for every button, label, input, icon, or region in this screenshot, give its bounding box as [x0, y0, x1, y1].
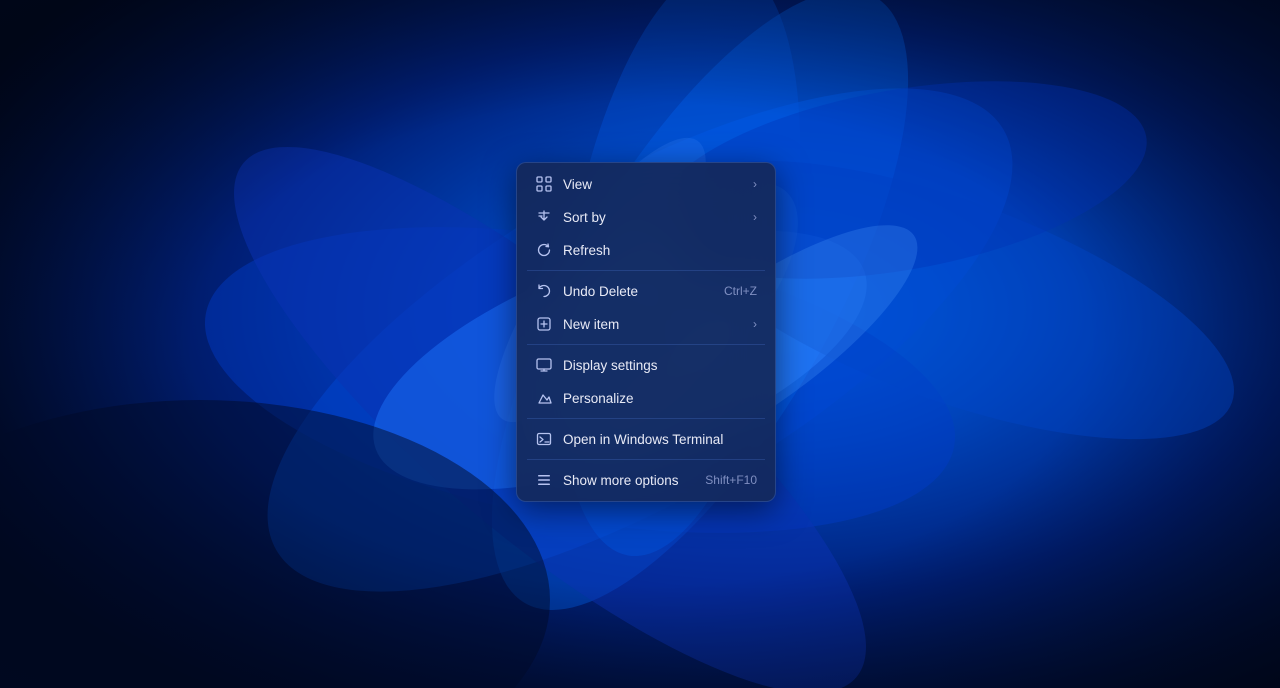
menu-divider-2	[527, 344, 765, 345]
new-icon	[535, 315, 553, 333]
undo-delete-shortcut: Ctrl+Z	[724, 284, 757, 298]
menu-item-personalize[interactable]: Personalize	[521, 382, 771, 414]
menu-item-undo-delete[interactable]: Undo Delete Ctrl+Z	[521, 275, 771, 307]
terminal-icon	[535, 430, 553, 448]
menu-item-show-more[interactable]: Show more options Shift+F10	[521, 464, 771, 496]
sort-icon	[535, 208, 553, 226]
context-menu: View › Sort by › Refresh	[516, 162, 776, 502]
menu-item-undo-delete-label: Undo Delete	[563, 284, 714, 299]
menu-divider-4	[527, 459, 765, 460]
menu-item-personalize-label: Personalize	[563, 391, 757, 406]
refresh-icon	[535, 241, 553, 259]
menu-item-open-terminal[interactable]: Open in Windows Terminal	[521, 423, 771, 455]
menu-item-display-settings[interactable]: Display settings	[521, 349, 771, 381]
menu-item-open-terminal-label: Open in Windows Terminal	[563, 432, 757, 447]
menu-item-sort-by[interactable]: Sort by ›	[521, 201, 771, 233]
undo-icon	[535, 282, 553, 300]
menu-item-refresh[interactable]: Refresh	[521, 234, 771, 266]
menu-item-show-more-label: Show more options	[563, 473, 695, 488]
menu-item-sort-by-label: Sort by	[563, 210, 743, 225]
menu-item-new-item[interactable]: New item ›	[521, 308, 771, 340]
display-icon	[535, 356, 553, 374]
menu-item-view-label: View	[563, 177, 743, 192]
menu-item-refresh-label: Refresh	[563, 243, 757, 258]
chevron-right-icon: ›	[753, 317, 757, 331]
more-icon	[535, 471, 553, 489]
chevron-right-icon: ›	[753, 177, 757, 191]
menu-item-view[interactable]: View ›	[521, 168, 771, 200]
menu-divider-1	[527, 270, 765, 271]
menu-divider-3	[527, 418, 765, 419]
menu-item-new-item-label: New item	[563, 317, 743, 332]
personalize-icon	[535, 389, 553, 407]
menu-item-display-settings-label: Display settings	[563, 358, 757, 373]
chevron-right-icon: ›	[753, 210, 757, 224]
grid-icon	[535, 175, 553, 193]
show-more-shortcut: Shift+F10	[705, 473, 757, 487]
